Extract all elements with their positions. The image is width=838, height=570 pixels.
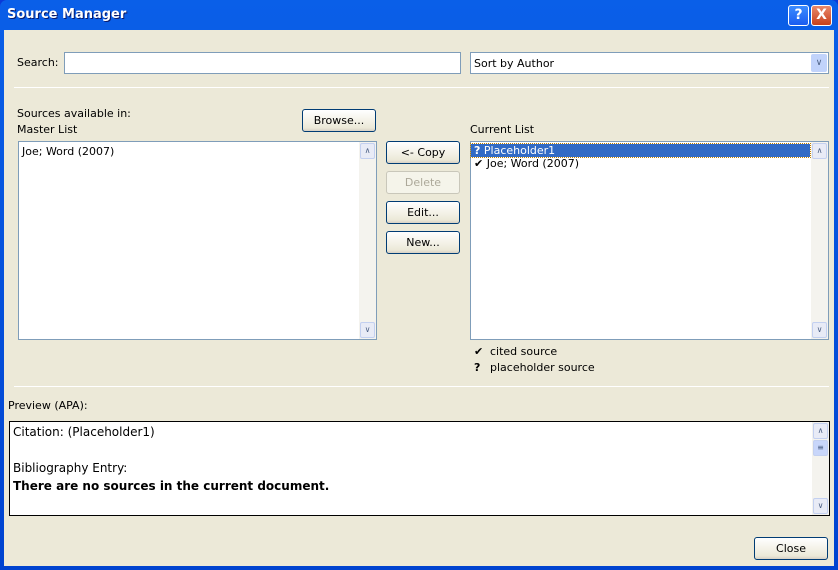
bibliography-text: There are no sources in the current docu… xyxy=(13,479,330,493)
placeholder-icon: ? xyxy=(474,361,481,374)
source-manager-window: Source Manager ? X Search: Sort by Autho… xyxy=(0,0,838,570)
dialog-body: Search: Sort by Author ∨ Sources availab… xyxy=(4,30,834,566)
current-list[interactable]: ? Placeholder1 ✔ Joe; Word (2007) ∧ ∨ xyxy=(470,141,829,340)
scrollbar[interactable]: ∧ ∨ xyxy=(811,142,828,339)
check-icon: ✔ xyxy=(474,345,484,358)
scrollbar[interactable]: ∧ ≡ ∨ xyxy=(812,422,829,515)
placeholder-icon: ? xyxy=(474,144,481,157)
delete-button[interactable]: Delete xyxy=(386,171,460,194)
list-item[interactable]: ? Placeholder1 xyxy=(470,143,811,158)
scrollbar[interactable]: ∧ ∨ xyxy=(359,142,376,339)
preview-label: Preview (APA): xyxy=(8,399,88,412)
copy-button[interactable]: <- Copy xyxy=(386,141,460,164)
item-text: Joe; Word (2007) xyxy=(486,157,580,170)
legend-placeholder: placeholder source xyxy=(490,361,595,374)
search-label: Search: xyxy=(17,56,59,69)
edit-button[interactable]: Edit... xyxy=(386,201,460,224)
help-button[interactable]: ? xyxy=(788,5,809,26)
browse-button[interactable]: Browse... xyxy=(302,109,376,132)
divider xyxy=(14,386,829,387)
legend-cited: cited source xyxy=(490,345,558,358)
item-text: Placeholder1 xyxy=(483,144,556,157)
current-list-label: Current List xyxy=(470,123,535,136)
citation-text: Citation: (Placeholder1) xyxy=(13,425,155,439)
window-title: Source Manager xyxy=(7,7,127,22)
search-input[interactable] xyxy=(64,52,461,74)
bibliography-label: Bibliography Entry: xyxy=(13,461,128,475)
chevron-down-icon[interactable]: ∨ xyxy=(811,54,827,72)
list-item[interactable]: ✔ Joe; Word (2007) xyxy=(471,157,828,170)
preview-pane[interactable]: Citation: (Placeholder1) Bibliography En… xyxy=(9,421,830,516)
list-item[interactable]: Joe; Word (2007) xyxy=(19,145,376,158)
sources-available-label: Sources available in: xyxy=(17,107,131,120)
new-button[interactable]: New... xyxy=(386,231,460,254)
close-button[interactable]: Close xyxy=(754,537,828,560)
sort-select[interactable]: Sort by Author ∨ xyxy=(470,52,829,74)
master-list-label: Master List xyxy=(17,123,78,136)
master-list[interactable]: Joe; Word (2007) ∧ ∨ xyxy=(18,141,377,340)
sort-value: Sort by Author xyxy=(474,57,555,70)
check-icon: ✔ xyxy=(474,157,484,170)
divider xyxy=(14,87,829,88)
close-window-button[interactable]: X xyxy=(811,5,832,26)
